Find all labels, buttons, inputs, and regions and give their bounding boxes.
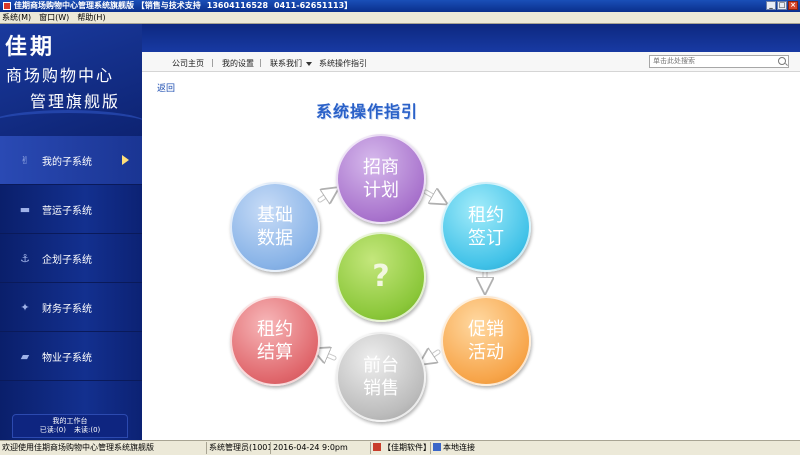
dropdown-arrow-icon (306, 61, 312, 66)
link-separator: | (211, 58, 214, 67)
workbench-unread-count: 未读:(0) (74, 426, 101, 434)
folder-icon: ▬ (19, 202, 31, 216)
link-my-settings[interactable]: 我的设置 (222, 58, 254, 69)
step-basic-data[interactable]: 基础 数据 (230, 182, 320, 272)
product-logo: 佳期 商场购物中心 管理旗舰版 (0, 24, 142, 136)
maximize-button[interactable]: □ (777, 1, 787, 10)
sidebar-item-label: 物业子系统 (42, 352, 92, 364)
logo-brand: 佳期 (5, 34, 56, 60)
menubar: 系统(M) 窗口(W) 帮助(H) (0, 12, 800, 24)
search-placeholder: 单击此处搜索 (653, 57, 695, 65)
status-connection-label: 本地连接 (443, 443, 475, 452)
logo-line-1: 商场购物中心 (6, 66, 115, 85)
link-operation-guide[interactable]: 系统操作指引 (319, 58, 367, 69)
link-contact-us-label: 联系我们 (270, 59, 302, 68)
sidebar-item-planning[interactable]: ⚓ 企划子系统 (0, 234, 142, 283)
sidebar-item-property[interactable]: ▰ 物业子系统 (0, 332, 142, 381)
link-bar: 公司主页 | 我的设置 | 联系我们 系统操作指引 单击此处搜索 (142, 52, 800, 72)
sidebar-item-label: 营运子系统 (42, 205, 92, 217)
workbench-read-count: 已读:(0) (39, 426, 66, 434)
status-vendor-label: 【佳期软件】 (383, 443, 430, 452)
window-titlebar: 佳期商场购物中心管理系统旗舰版 【销售与技术支持 13604116528 0411-… (0, 0, 800, 12)
step-label: 签订 (468, 228, 504, 249)
step-label: 租约 (257, 319, 293, 340)
question-icon: ? (372, 259, 390, 294)
left-panel: 佳期 商场购物中心 管理旗舰版 ✌ 我的子系统 ▬ 营运子系统 ⚓ 企划子系统 … (0, 24, 142, 440)
statusbar: 欢迎使用佳期商场购物中心管理系统旗舰版 系统管理员(1001) 2016-04-… (0, 440, 800, 455)
search-input[interactable]: 单击此处搜索 (649, 55, 789, 68)
step-lease-settlement[interactable]: 租约 结算 (230, 296, 320, 386)
step-label: 促销 (468, 319, 504, 340)
sidebar-item-label: 我的子系统 (42, 156, 92, 168)
finance-icon: ✦ (20, 300, 30, 314)
step-label: 计划 (363, 180, 399, 201)
window-controls: _ □ × (766, 1, 798, 10)
handshake-icon: ✌ (20, 153, 30, 167)
sidebar-item-label: 财务子系统 (42, 303, 92, 315)
status-welcome: 欢迎使用佳期商场购物中心管理系统旗舰版 (2, 443, 154, 452)
logo-swoosh (0, 110, 142, 138)
sidebar-item-label: 企划子系统 (42, 254, 92, 266)
link-company-home[interactable]: 公司主页 (172, 58, 204, 69)
support-phone-2: 0411-62651113】 (274, 1, 353, 10)
page-title: 系统操作指引 (316, 102, 419, 121)
vendor-icon (373, 443, 381, 451)
workbench-title: 我的工作台 (52, 417, 88, 425)
sidebar-item-operations[interactable]: ▬ 营运子系统 (0, 185, 142, 234)
sidebar-item-my-subsystem[interactable]: ✌ 我的子系统 (0, 136, 142, 185)
network-icon (433, 443, 441, 451)
step-front-desk-sales[interactable]: 前台 销售 (336, 332, 426, 422)
step-label: 结算 (257, 342, 293, 363)
status-connection: 本地连接 (430, 442, 800, 454)
help-circle[interactable]: ? (336, 232, 426, 322)
header-banner (142, 24, 800, 52)
window-title: 佳期商场购物中心管理系统旗舰版 (14, 1, 134, 10)
workbench-counts: 已读:(0) 未读:(0) (13, 426, 127, 435)
support-label: 【销售与技术支持 (136, 1, 201, 10)
anchor-icon: ⚓ (20, 251, 30, 265)
step-label: 基础 (257, 205, 293, 226)
status-user: 系统管理员(1001) (206, 442, 270, 454)
logo-line-2: 管理旗舰版 (30, 92, 121, 111)
sidebar-nav: ✌ 我的子系统 ▬ 营运子系统 ⚓ 企划子系统 ✦ 财务子系统 ▰ 物业子系统 (0, 136, 142, 381)
step-investment-plan[interactable]: 招商 计划 (336, 134, 426, 224)
step-promotion[interactable]: 促销 活动 (441, 296, 531, 386)
step-label: 销售 (363, 378, 399, 399)
my-workbench[interactable]: 我的工作台 已读:(0) 未读:(0) (12, 414, 128, 438)
step-label: 活动 (468, 342, 504, 363)
link-separator: | (259, 58, 262, 67)
property-icon: ▰ (20, 349, 30, 363)
step-label: 招商 (363, 157, 399, 178)
step-label: 数据 (257, 228, 293, 249)
menu-help[interactable]: 帮助(H) (77, 12, 105, 23)
step-label: 租约 (468, 205, 504, 226)
support-phone-1: 13604116528 (206, 1, 269, 10)
close-button[interactable]: × (788, 1, 798, 10)
search-icon[interactable] (778, 57, 786, 65)
main-content: 返回 系统操作指引 招商 计划 租约 签订 促销 活动 前台 销售 租约 结算 … (142, 72, 800, 440)
minimize-button[interactable]: _ (766, 1, 776, 10)
step-lease-signing[interactable]: 租约 签订 (441, 182, 531, 272)
link-contact-us[interactable]: 联系我们 (270, 58, 312, 69)
menu-window[interactable]: 窗口(W) (39, 12, 69, 23)
back-link[interactable]: 返回 (157, 81, 175, 94)
step-label: 前台 (363, 355, 399, 376)
menu-system[interactable]: 系统(M) (2, 12, 31, 23)
status-datetime: 2016-04-24 9:0pm (270, 442, 370, 454)
sidebar-item-finance[interactable]: ✦ 财务子系统 (0, 283, 142, 332)
status-vendor: 【佳期软件】 (370, 442, 430, 454)
app-icon (3, 2, 11, 10)
active-arrow-icon (122, 155, 129, 165)
